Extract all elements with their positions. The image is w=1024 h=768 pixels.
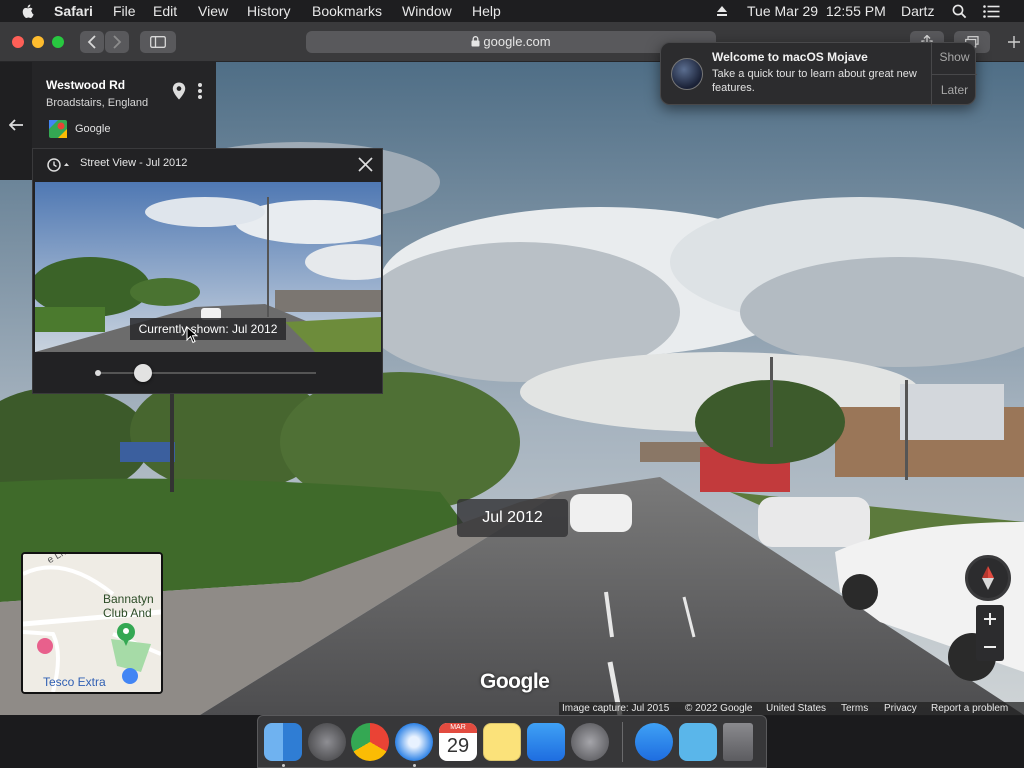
google-watermark: Google — [480, 670, 550, 693]
address-title: Westwood Rd — [46, 78, 126, 92]
notification-later-button[interactable]: Later — [932, 83, 977, 97]
notification-show-button[interactable]: Show — [932, 50, 977, 64]
minus-icon — [984, 646, 996, 648]
dock-app-store-download-icon[interactable] — [635, 723, 673, 761]
location-pin-icon[interactable] — [172, 82, 186, 100]
dock-finder-icon[interactable] — [264, 723, 302, 761]
source-label: Google — [75, 123, 111, 135]
arrow-left-icon — [9, 119, 23, 131]
chevron-left-icon — [87, 35, 96, 49]
dock-notes-icon[interactable] — [483, 723, 521, 761]
plus-icon — [1008, 36, 1020, 48]
notification-center-icon[interactable] — [983, 5, 1000, 18]
menu-help[interactable]: Help — [472, 3, 501, 19]
menu-file[interactable]: File — [113, 3, 136, 19]
dock-system-preferences-icon[interactable] — [571, 723, 609, 761]
dock-chrome-icon[interactable] — [351, 723, 389, 761]
timeline-track[interactable] — [96, 372, 316, 374]
terms-link[interactable]: Terms — [841, 703, 868, 714]
dock-launchpad-icon[interactable] — [308, 723, 346, 761]
compass-button[interactable] — [965, 555, 1011, 601]
address-bar[interactable]: google.com — [306, 31, 716, 53]
region-link[interactable]: United States — [766, 703, 826, 714]
lock-icon — [471, 36, 480, 47]
menu-user[interactable]: Dartz — [901, 3, 934, 19]
privacy-link[interactable]: Privacy — [884, 703, 917, 714]
map-label-tesco: Tesco Extra — [43, 675, 106, 689]
mouse-cursor-icon — [186, 326, 198, 344]
notification-title: Welcome to macOS Mojave — [712, 50, 868, 64]
dock-calendar-icon[interactable]: MAR 29 — [439, 723, 477, 761]
menu-app-name[interactable]: Safari — [54, 3, 93, 19]
plus-icon — [984, 613, 996, 625]
calendar-month: MAR — [439, 723, 477, 733]
street-view-history-panel: Street View - Jul 2012 Currently shown: … — [32, 148, 383, 394]
sidebar-icon — [150, 36, 166, 48]
dock-downloads-folder-icon[interactable] — [679, 723, 717, 761]
back-button[interactable] — [80, 31, 104, 53]
window-zoom-button[interactable] — [52, 36, 64, 48]
macos-notification[interactable]: Welcome to macOS Mojave Take a quick tou… — [660, 42, 977, 106]
url-text: google.com — [483, 34, 551, 49]
notification-body: Take a quick tour to learn about great n… — [712, 68, 917, 94]
clock[interactable]: Tue Mar 29 12:55 PM — [747, 3, 886, 19]
currently-shown-tooltip: Currently shown: Jul 2012 — [130, 318, 286, 340]
chevron-right-icon — [113, 35, 122, 49]
back-to-map-strip[interactable] — [0, 62, 32, 180]
image-capture-date: Image capture: Jul 2015 — [562, 703, 670, 714]
mini-map-image — [23, 554, 161, 692]
menu-view[interactable]: View — [198, 3, 228, 19]
map-label-bannatyn: Bannatyn — [103, 592, 154, 606]
dock-separator — [622, 722, 623, 762]
zoom-in-button[interactable] — [976, 605, 1004, 633]
dock-trash-icon[interactable] — [723, 723, 753, 761]
map-footer: Image capture: Jul 2015 © 2022 Google Un… — [559, 702, 1024, 716]
close-icon[interactable] — [358, 157, 373, 172]
eject-icon[interactable] — [716, 5, 728, 17]
dock-safari-icon[interactable] — [395, 723, 433, 761]
address-subtitle: Broadstairs, England — [46, 97, 149, 109]
more-options-icon[interactable] — [195, 82, 205, 100]
finder-running-dot — [282, 764, 285, 767]
history-clock-icon[interactable] — [46, 157, 70, 173]
compass-icon — [982, 566, 994, 590]
menu-edit[interactable]: Edit — [153, 3, 177, 19]
mini-map[interactable]: Bannatyn Club And Tesco Extra e Ln — [21, 552, 163, 694]
dock: MAR 29 — [257, 715, 767, 768]
historic-thumbnail[interactable]: Currently shown: Jul 2012 — [35, 182, 381, 352]
panel-title: Street View - Jul 2012 — [80, 157, 188, 169]
spotlight-search-icon[interactable] — [952, 4, 967, 19]
menu-history[interactable]: History — [247, 3, 291, 19]
sidebar-toggle-button[interactable] — [140, 31, 176, 53]
menu-bookmarks[interactable]: Bookmarks — [312, 3, 382, 19]
menu-bar: Safari File Edit View History Bookmarks … — [0, 0, 1024, 22]
safari-running-dot — [413, 764, 416, 767]
zoom-controls — [976, 605, 1004, 661]
menu-window[interactable]: Window — [402, 3, 452, 19]
timeline-slider-handle[interactable] — [134, 364, 152, 382]
dock-app-store-icon[interactable] — [527, 723, 565, 761]
window-minimize-button[interactable] — [32, 36, 44, 48]
forward-button[interactable] — [105, 31, 129, 53]
copyright: © 2022 Google — [685, 703, 753, 714]
window-close-button[interactable] — [12, 36, 24, 48]
calendar-day: 29 — [446, 735, 470, 757]
zoom-out-button[interactable] — [976, 633, 1004, 661]
report-problem-link[interactable]: Report a problem — [931, 703, 1008, 714]
timeline-start-dot[interactable] — [95, 370, 101, 376]
map-label-club: Club And — [103, 606, 152, 620]
new-tab-button[interactable] — [1003, 31, 1024, 53]
apple-icon[interactable] — [20, 3, 36, 19]
mojave-app-icon — [671, 58, 703, 90]
google-maps-logo-icon — [49, 120, 67, 138]
notification-divider-h — [932, 74, 977, 75]
date-chip: Jul 2012 — [457, 499, 568, 537]
